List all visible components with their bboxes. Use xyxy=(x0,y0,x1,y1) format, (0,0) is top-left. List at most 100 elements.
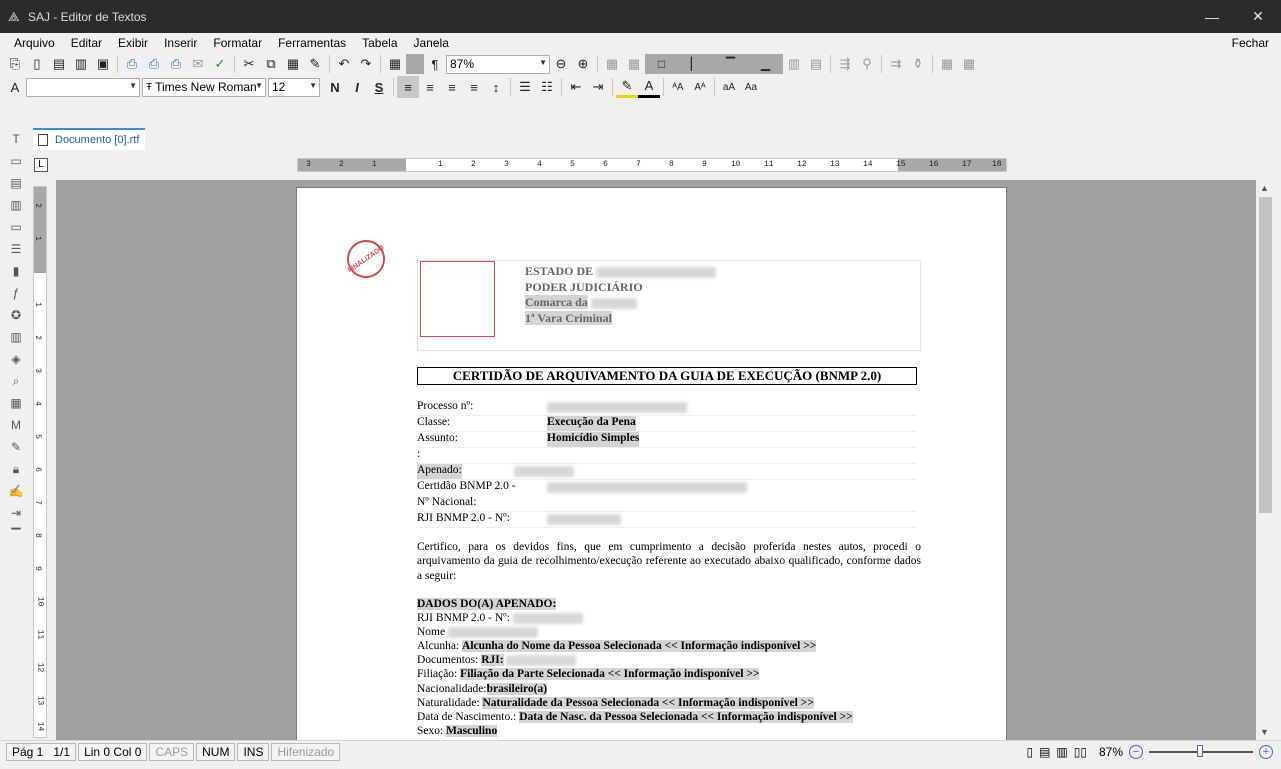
zoom-in-button[interactable]: + xyxy=(1259,745,1273,759)
split-cells-icon[interactable]: ▥ xyxy=(783,53,805,75)
table-grid-icon[interactable]: ▦ xyxy=(601,53,623,75)
border-bottom-icon[interactable]: ▁ xyxy=(761,57,770,71)
insert-row-icon[interactable]: ⇶ xyxy=(834,53,856,75)
new-document-icon[interactable]: ▯ xyxy=(26,53,48,75)
zoom-combo[interactable]: 87% ▼ xyxy=(446,54,550,74)
border-box-icon[interactable]: □ xyxy=(658,57,665,71)
email-icon[interactable]: ✉ xyxy=(187,53,209,75)
columns-icon[interactable]: ▥ xyxy=(5,326,27,348)
highlight-icon[interactable]: ✎ xyxy=(616,76,638,98)
zoom-slider[interactable] xyxy=(1149,745,1253,757)
search-docs-icon[interactable]: ⌕ xyxy=(5,370,27,392)
scroll-down-icon[interactable]: ▼ xyxy=(1260,727,1269,737)
zoom-in-icon[interactable]: ⊕ xyxy=(572,53,594,75)
align-left-icon[interactable]: ≡ xyxy=(397,76,419,98)
insert-column-icon[interactable]: ⇉ xyxy=(885,53,907,75)
menu-formatar[interactable]: Formatar xyxy=(213,36,270,50)
zoom-out-icon[interactable]: ⊖ xyxy=(550,53,572,75)
menu-ferramentas[interactable]: Ferramentas xyxy=(278,36,354,50)
formula-icon[interactable]: ƒ xyxy=(5,282,27,304)
menu-exibir[interactable]: Exibir xyxy=(118,36,156,50)
spellcheck-icon[interactable]: ✓ xyxy=(209,53,231,75)
tab-documento[interactable]: Documento [0].rtf xyxy=(33,128,146,150)
zoom-slider-knob[interactable] xyxy=(1197,745,1203,757)
font-color-icon[interactable]: A xyxy=(638,76,660,98)
increase-indent-icon[interactable]: ⇥ xyxy=(587,76,609,98)
document-page[interactable]: FINALIZADO ESTADO DE PODER JUDICIÁRIO Co… xyxy=(296,187,1007,740)
paint-roller-icon[interactable]: ▔ xyxy=(5,524,27,546)
undo-icon[interactable]: ↶ xyxy=(333,53,355,75)
horizontal-ruler[interactable]: 3 2 1 1 2 3 4 5 6 7 8 9 10 11 12 13 14 1… xyxy=(297,158,1007,172)
border-left-icon[interactable]: ▏ xyxy=(691,57,700,71)
menu-inserir[interactable]: Inserir xyxy=(164,36,205,50)
book-view-icon[interactable]: ▯▯ xyxy=(1074,745,1087,759)
m-box-icon[interactable]: M xyxy=(5,414,27,436)
bold-icon[interactable]: N xyxy=(324,76,346,98)
scrollbar-thumb[interactable] xyxy=(1259,197,1272,513)
stack-icon[interactable]: ▥ xyxy=(5,194,27,216)
paste-icon[interactable]: ▦ xyxy=(282,53,304,75)
change-case-icon[interactable]: aA xyxy=(718,76,740,98)
web-view-icon[interactable]: ▥ xyxy=(1056,745,1067,759)
fechar-menu[interactable]: Fechar xyxy=(1232,36,1269,50)
print-icon[interactable]: ⎙ xyxy=(121,53,143,75)
grow-font-icon[interactable]: ᴬA xyxy=(667,76,689,98)
zoom-out-button[interactable]: − xyxy=(1129,745,1143,759)
vertical-scrollbar[interactable]: ▲ ▼ xyxy=(1257,180,1274,740)
align-right-icon[interactable]: ≡ xyxy=(441,76,463,98)
edit-icon[interactable]: ✎ xyxy=(5,436,27,458)
draft-view-icon[interactable]: ▤ xyxy=(1039,745,1050,759)
signature-icon[interactable]: ✍ xyxy=(5,480,27,502)
close-window-button[interactable]: ✕ xyxy=(1235,0,1281,33)
bullet-list-icon[interactable]: ☰ xyxy=(514,76,536,98)
menu-editar[interactable]: Editar xyxy=(71,36,110,50)
scroll-up-icon[interactable]: ▲ xyxy=(1260,183,1269,193)
calendar-icon[interactable]: ▦ xyxy=(5,392,27,414)
vertical-ruler[interactable]: 2 1 1 2 3 4 5 6 7 8 9 10 11 12 13 14 xyxy=(33,186,47,738)
table-props-icon[interactable]: ▦ xyxy=(958,53,980,75)
table-borders-icon[interactable]: ▦ xyxy=(623,53,645,75)
redo-icon[interactable]: ↷ xyxy=(355,53,377,75)
print-setup-icon[interactable]: ⎙ xyxy=(165,53,187,75)
table-style-icon[interactable]: ▦ xyxy=(936,53,958,75)
cut-icon[interactable]: ✂ xyxy=(238,53,260,75)
open-folder-icon[interactable]: ▤ xyxy=(48,53,70,75)
save-icon[interactable]: ▣ xyxy=(92,53,114,75)
minimize-button[interactable]: — xyxy=(1189,0,1235,33)
comment-icon[interactable]: ▭ xyxy=(5,216,27,238)
numbered-list-icon[interactable]: ☷ xyxy=(536,76,558,98)
new-from-template-icon[interactable]: ⎘ xyxy=(4,53,26,75)
line-spacing-icon[interactable]: ↕ xyxy=(485,76,507,98)
font-size-combo[interactable]: 12 ▼ xyxy=(268,77,320,97)
lock-icon[interactable]: 🔒︎ xyxy=(5,458,27,480)
form-icon[interactable]: ▭ xyxy=(5,150,27,172)
decrease-indent-icon[interactable]: ⇤ xyxy=(565,76,587,98)
underline-icon[interactable]: S xyxy=(368,76,390,98)
change-case-options-icon[interactable]: Aa xyxy=(740,76,762,98)
align-center-icon[interactable]: ≡ xyxy=(419,76,441,98)
open-recent-icon[interactable]: ▥ xyxy=(70,53,92,75)
border-top-icon[interactable]: ▔ xyxy=(726,57,735,71)
italic-icon[interactable]: I xyxy=(346,76,368,98)
merge-cells-icon[interactable]: ▤ xyxy=(805,53,827,75)
copy-icon[interactable]: ⧉ xyxy=(260,53,282,75)
layers-icon[interactable]: ◈ xyxy=(5,348,27,370)
pilcrow-icon[interactable]: ¶ xyxy=(424,53,446,75)
menu-arquivo[interactable]: Arquivo xyxy=(0,36,63,50)
export-icon[interactable]: ⇥ xyxy=(5,502,27,524)
fields-icon[interactable]: ▤ xyxy=(5,172,27,194)
font-combo[interactable]: Ŧ Times New Roman ▼ xyxy=(142,77,266,97)
style-combo[interactable]: ▼ xyxy=(26,77,140,97)
style-icon[interactable]: A xyxy=(4,76,26,98)
insert-table-icon[interactable]: ▦ xyxy=(384,53,406,75)
menu-tabela[interactable]: Tabela xyxy=(362,36,405,50)
print-preview-icon[interactable]: ⎙ xyxy=(143,53,165,75)
document-canvas[interactable]: FINALIZADO ESTADO DE PODER JUDICIÁRIO Co… xyxy=(56,180,1256,740)
text-field-icon[interactable]: T xyxy=(5,128,27,150)
filter-icon[interactable]: ⚱ xyxy=(907,53,929,75)
format-painter-icon[interactable]: ✎ xyxy=(304,53,326,75)
tab-stop-selector[interactable]: L xyxy=(34,158,48,172)
shrink-font-icon[interactable]: Aᴬ xyxy=(689,76,711,98)
block-icon[interactable]: ▮ xyxy=(5,260,27,282)
list-icon[interactable]: ☰ xyxy=(5,238,27,260)
